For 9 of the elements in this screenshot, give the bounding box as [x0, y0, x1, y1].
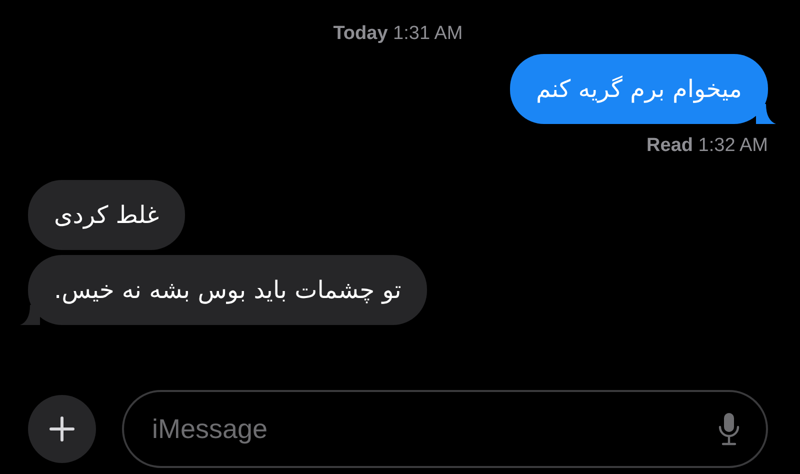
- received-message-bubble: تو چشمات باید بوس بشه نه خیس.: [28, 255, 428, 325]
- sent-message-bubble: میخوام برم گریه کنم: [510, 54, 768, 124]
- plus-icon: [49, 416, 75, 442]
- received-message-bubble: غلط کردی: [28, 180, 186, 250]
- microphone-icon[interactable]: [718, 412, 740, 446]
- message-input[interactable]: iMessage: [150, 408, 718, 450]
- read-receipt: Read 1:32 AM: [646, 134, 768, 158]
- message-field[interactable]: iMessage: [122, 390, 768, 468]
- timestamp: Today 1:31 AM: [332, 22, 464, 46]
